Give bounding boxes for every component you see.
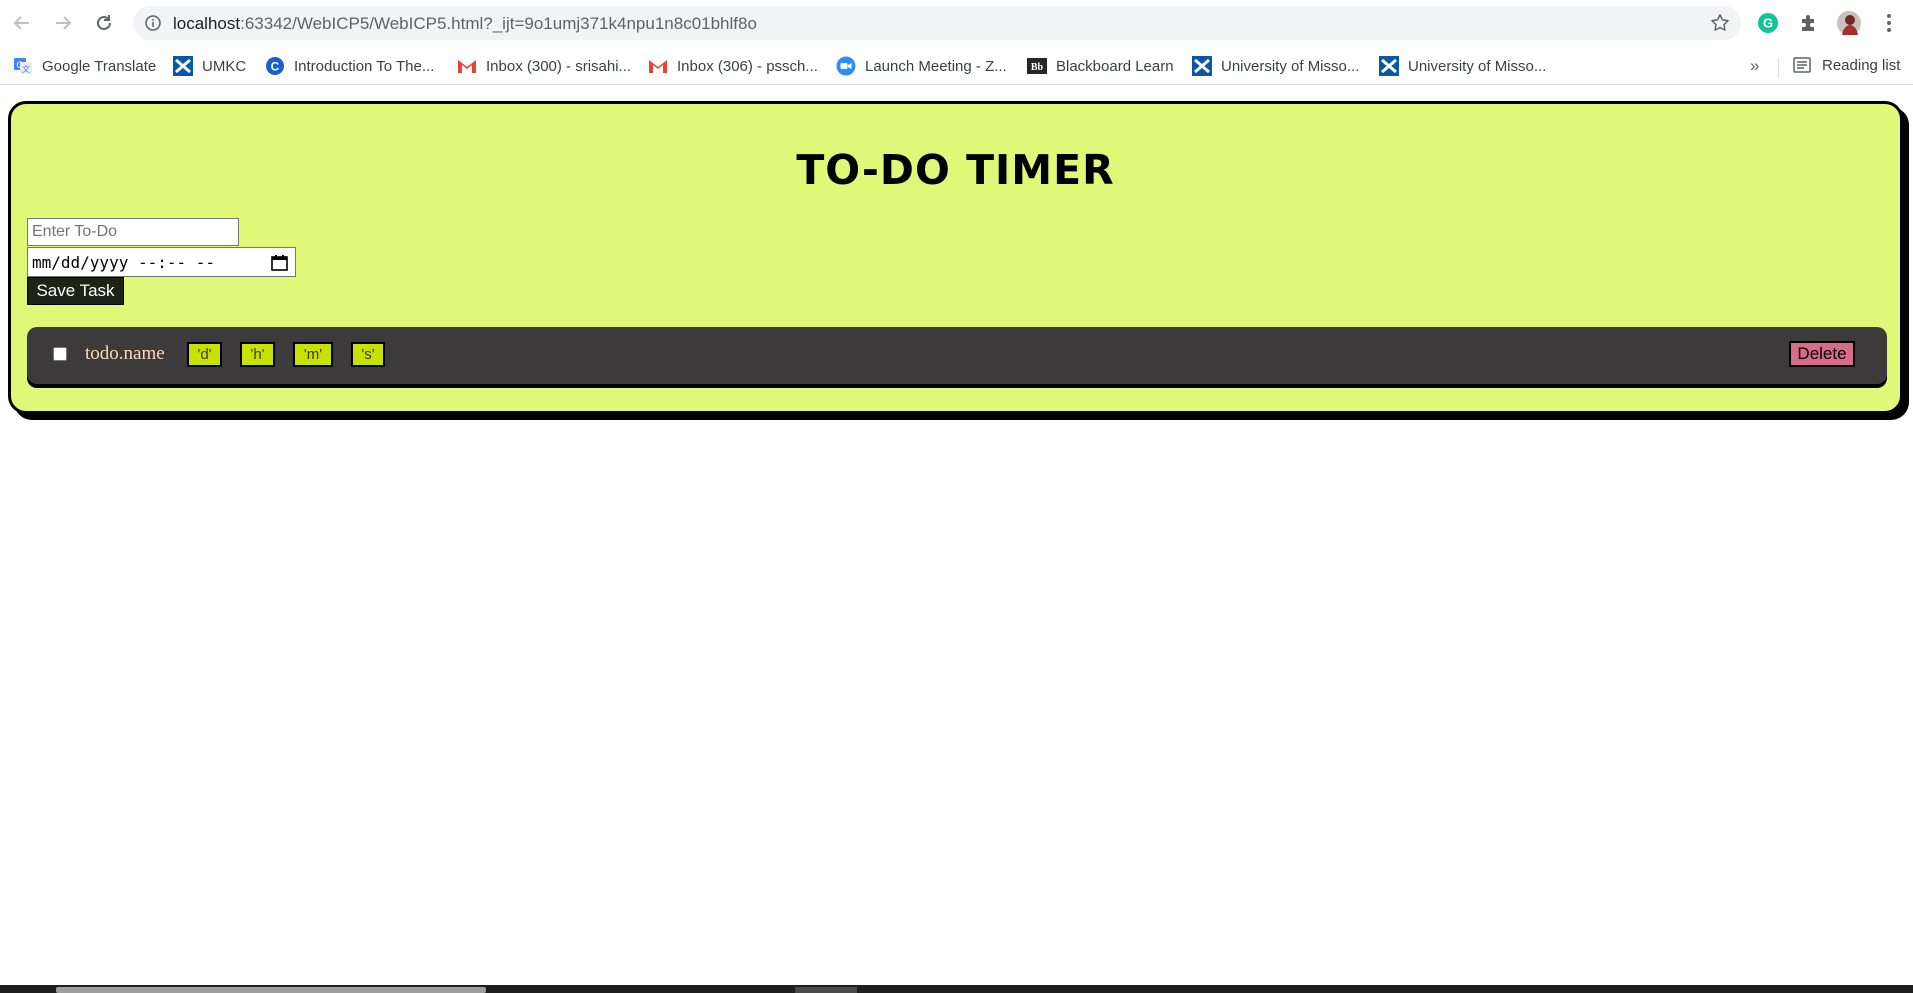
avatar-icon (1837, 11, 1861, 35)
todo-complete-checkbox[interactable] (53, 347, 67, 361)
horizontal-scrollbar[interactable] (0, 985, 1913, 993)
url-path: :63342/WebICP5/WebICP5.html?_ijt=9o1umj3… (240, 14, 757, 33)
bookmark-inbox-306[interactable]: Inbox (306) - pssch... (648, 55, 818, 77)
bookmark-label: Inbox (300) - srisahi... (486, 57, 632, 75)
zoom-icon (836, 56, 856, 76)
umkc-icon (1192, 56, 1212, 76)
bookmarks-bar: G文 Google Translate UMKC C Introduction … (0, 46, 1913, 85)
svg-text:G: G (1763, 16, 1773, 31)
timer-days: 'd' (187, 342, 222, 367)
timer-hours: 'h' (240, 342, 275, 367)
back-button[interactable] (10, 11, 34, 35)
scrollbar-thumb[interactable] (56, 987, 486, 993)
bookmark-label: Inbox (306) - pssch... (677, 57, 818, 75)
reading-list-button[interactable]: Reading list (1792, 55, 1900, 75)
bookmark-google-translate[interactable]: G文 Google Translate (13, 55, 156, 77)
puzzle-icon (1802, 15, 1814, 31)
browser-toolbar: localhost:63342/WebICP5/WebICP5.html?_ij… (0, 0, 1913, 46)
todo-item: todo.name 'd' 'h' 'm' 's' Delete (27, 327, 1887, 384)
gmail-icon (457, 56, 477, 76)
svg-text:文: 文 (22, 64, 30, 74)
bookmark-blackboard[interactable]: Bb Blackboard Learn (1027, 55, 1174, 77)
bookmarks-overflow-button[interactable]: » (1750, 56, 1759, 76)
timer-minutes: 'm' (293, 342, 333, 367)
bookmark-label: Google Translate (42, 57, 157, 75)
reading-list-label: Reading list (1822, 56, 1901, 74)
calendar-icon[interactable] (271, 254, 288, 271)
url-host: localhost (173, 14, 241, 33)
address-bar[interactable]: localhost:63342/WebICP5/WebICP5.html?_ij… (133, 6, 1741, 40)
bookmark-umkc[interactable]: UMKC (173, 55, 246, 77)
datetime-input[interactable]: mm/dd/yyyy --:-- -- (27, 247, 296, 277)
svg-text:Bb: Bb (1031, 62, 1044, 73)
star-icon[interactable] (1709, 12, 1731, 34)
reading-list-icon (1793, 57, 1811, 73)
datetime-placeholder: mm/dd/yyyy --:-- -- (32, 252, 216, 272)
scrollbar-segment (795, 987, 857, 993)
bookmark-label: University of Misso... (1221, 57, 1360, 75)
gmail-icon (648, 56, 668, 76)
todo-timer-app: TO-DO TIMER mm/dd/yyyy --:-- -- Save Tas… (8, 101, 1903, 414)
bookmark-introduction[interactable]: C Introduction To The... (265, 55, 434, 77)
grammarly-icon: G (1758, 13, 1778, 33)
bookmark-university-1[interactable]: University of Misso... (1192, 55, 1359, 77)
bookmark-label: University of Misso... (1408, 57, 1547, 75)
google-translate-icon: G文 (13, 56, 33, 76)
browser-menu-button[interactable] (1876, 10, 1902, 36)
profile-avatar[interactable] (1836, 10, 1862, 36)
reload-button[interactable] (92, 11, 116, 35)
bookmark-university-2[interactable]: University of Misso... (1379, 55, 1546, 77)
bookmark-label: Introduction To The... (294, 57, 435, 75)
umkc-icon (173, 56, 193, 76)
save-task-button[interactable]: Save Task (27, 277, 124, 305)
delete-button[interactable]: Delete (1789, 341, 1855, 367)
bookmark-inbox-300[interactable]: Inbox (300) - srisahi... (457, 55, 631, 77)
bookmark-label: UMKC (202, 57, 247, 75)
bookmark-label: Launch Meeting - Z... (865, 57, 1007, 75)
kebab-menu-icon (1887, 14, 1891, 32)
forward-button[interactable] (51, 11, 75, 35)
todo-input[interactable] (27, 218, 239, 246)
page-title: TO-DO TIMER (796, 146, 1115, 194)
blackboard-icon: Bb (1027, 56, 1047, 76)
bookmarks-divider (1778, 58, 1779, 78)
c-logo-icon: C (265, 56, 285, 76)
grammarly-extension[interactable]: G (1755, 10, 1781, 36)
extensions-button[interactable] (1796, 10, 1822, 36)
umkc-icon (1379, 56, 1399, 76)
svg-text:C: C (271, 60, 280, 74)
arrow-left-icon (13, 16, 29, 30)
todo-name: todo.name (85, 343, 165, 364)
url-text: localhost:63342/WebICP5/WebICP5.html?_ij… (173, 14, 757, 34)
reload-icon (97, 15, 111, 30)
timer-seconds: 's' (351, 342, 385, 367)
bookmark-launch-meeting[interactable]: Launch Meeting - Z... (836, 55, 1007, 77)
bookmark-label: Blackboard Learn (1056, 57, 1174, 75)
arrow-right-icon (56, 16, 72, 30)
info-icon[interactable] (145, 15, 161, 31)
